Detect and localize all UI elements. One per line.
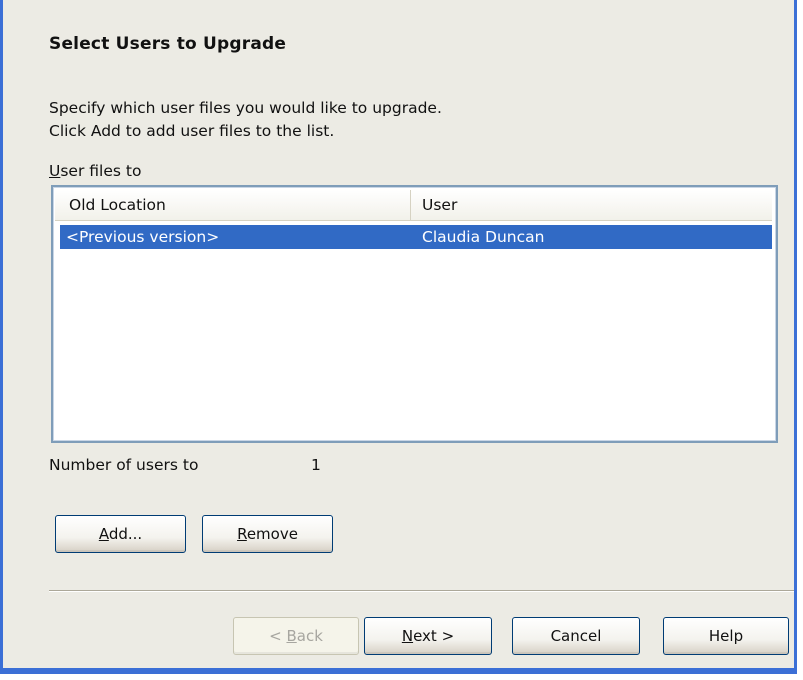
column-header-user[interactable]: User xyxy=(411,190,767,220)
column-header-old-location[interactable]: Old Location xyxy=(55,190,411,220)
next-button-mnemonic: N xyxy=(401,627,414,645)
user-count-label: Number of users to xyxy=(49,456,199,474)
list-header: Old Location User xyxy=(55,190,772,221)
help-button[interactable]: Help xyxy=(663,617,789,655)
add-button-mnemonic: A xyxy=(98,525,109,543)
upgrade-wizard-dialog: Select Users to Upgrade Specify which us… xyxy=(0,0,797,674)
remove-button-label: emove xyxy=(246,525,298,543)
cell-user: Claudia Duncan xyxy=(422,228,545,246)
cancel-button[interactable]: Cancel xyxy=(512,617,640,655)
page-heading: Select Users to Upgrade xyxy=(49,34,287,54)
description-line-1: Specify which user files you would like … xyxy=(49,99,442,117)
user-files-label-mnemonic: U xyxy=(49,162,61,180)
add-button-label: dd... xyxy=(108,525,143,543)
user-files-label-text: ser files to xyxy=(60,162,142,180)
back-button-label: ack xyxy=(296,627,323,645)
next-button-label: ext > xyxy=(413,627,455,645)
back-button: < Back xyxy=(233,617,359,655)
description-line-2: Click Add to add user files to the list. xyxy=(49,122,335,140)
remove-button[interactable]: Remove xyxy=(202,515,333,553)
list-row-selected[interactable]: <Previous version> Claudia Duncan xyxy=(60,225,772,249)
user-count-value: 1 xyxy=(311,456,321,474)
user-files-list[interactable]: Old Location User <Previous version> Cla… xyxy=(51,185,778,443)
next-button[interactable]: Next > xyxy=(364,617,492,655)
back-button-prefix: < xyxy=(269,627,287,645)
remove-button-mnemonic: R xyxy=(237,525,247,543)
cell-old-location: <Previous version> xyxy=(66,228,220,246)
add-button[interactable]: Add... xyxy=(55,515,186,553)
footer-divider xyxy=(49,590,794,592)
user-files-label: User files to xyxy=(49,162,141,180)
back-button-mnemonic: B xyxy=(286,627,297,645)
